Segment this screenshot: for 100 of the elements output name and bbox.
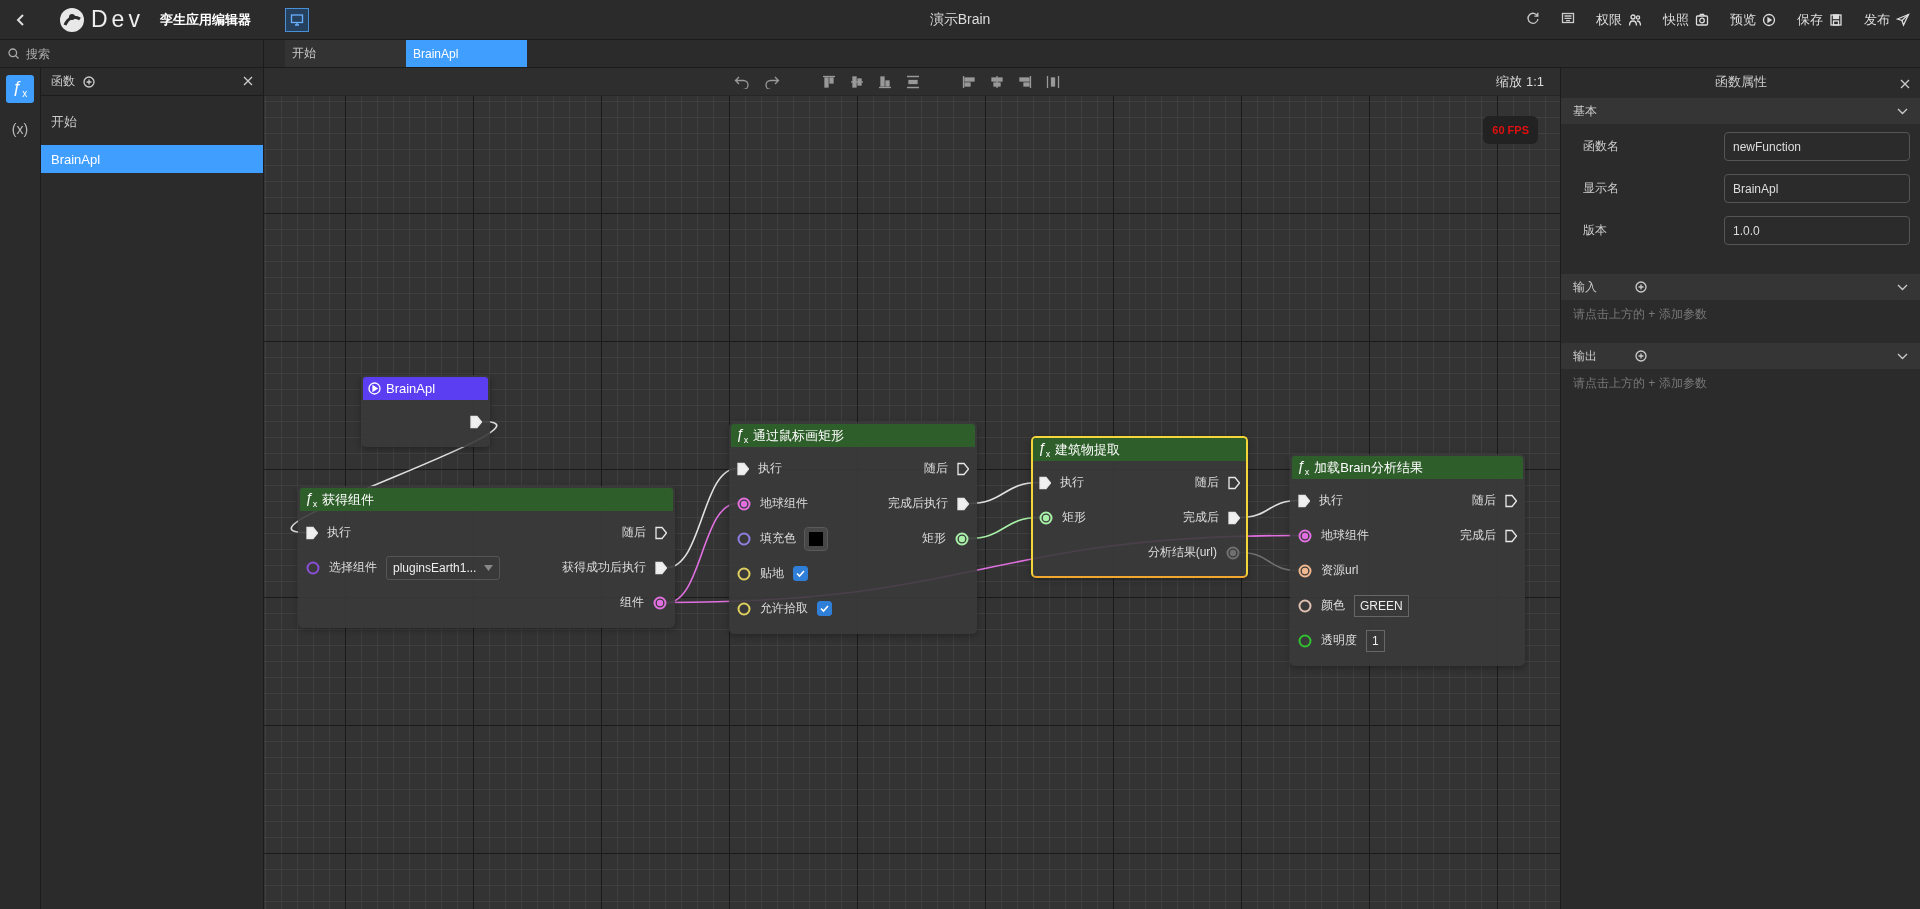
camera-icon <box>1695 12 1709 27</box>
field-label: 函数名 <box>1582 138 1620 155</box>
node-header[interactable]: ƒ$_{x}$ 获得组件 <box>300 488 673 511</box>
add-icon[interactable] <box>1635 350 1647 362</box>
node-header[interactable]: ƒ$_{x}$ 通过鼠标画矩形 <box>731 424 975 447</box>
section-header[interactable]: 输出 <box>1561 343 1920 369</box>
exec-pin-icon[interactable] <box>655 525 667 540</box>
data-pin-icon[interactable] <box>1298 633 1312 648</box>
close-icon[interactable] <box>243 75 253 86</box>
monitor-icon <box>289 12 304 27</box>
pin-label: 颜色 <box>1321 597 1345 614</box>
node-card[interactable]: ƒ$_{x}$ 通过鼠标画矩形 执行 随后 地球组件 完成后执行 填充色 矩形 贴地 允许拾取 <box>729 422 977 634</box>
pin-label: 矩形 <box>922 530 946 547</box>
exec-pin-icon[interactable] <box>655 560 667 575</box>
exec-pin-icon[interactable] <box>1505 528 1517 543</box>
component-select[interactable]: pluginsEarth1... <box>386 555 501 580</box>
data-pin-icon[interactable] <box>653 595 667 610</box>
exec-pin-icon[interactable] <box>470 414 482 429</box>
value-field[interactable]: GREEN <box>1354 594 1409 617</box>
save-button[interactable]: 保存 <box>1797 10 1843 29</box>
check-icon <box>819 603 830 614</box>
close-icon[interactable] <box>1900 79 1910 89</box>
color-swatch[interactable] <box>805 527 827 550</box>
node-card[interactable]: ƒ$_{x}$ 获得组件 执行 随后 选择组件 pluginsEarth1... 获得成功后执行 组件 <box>298 486 675 628</box>
chevron-down-icon[interactable] <box>1897 353 1908 360</box>
section-header[interactable]: 输入 <box>1561 274 1920 300</box>
rail-tab[interactable]: (x) <box>6 115 34 143</box>
section-title: 基本 <box>1573 102 1598 120</box>
data-pin-icon[interactable] <box>1298 563 1312 578</box>
text-field[interactable]: BrainApl <box>1724 174 1910 203</box>
align-bottom-icon[interactable] <box>878 74 892 89</box>
exec-pin-icon[interactable] <box>1505 493 1517 508</box>
node-card[interactable]: BrainApl <box>361 375 490 447</box>
node-card[interactable]: ƒ$_{x}$ 建筑物提取 执行 随后 矩形 完成后 分析结果(url) <box>1031 436 1248 578</box>
pin-label: 资源url <box>1321 562 1359 579</box>
chevron-down-icon[interactable] <box>1897 284 1908 291</box>
align-right-icon[interactable] <box>1018 74 1032 89</box>
function-icon: ƒ$_{x}$ <box>1038 440 1051 459</box>
node-header[interactable]: ƒ$_{x}$ 建筑物提取 <box>1033 438 1246 461</box>
pin-label: 执行 <box>758 460 782 477</box>
data-pin-icon[interactable] <box>1298 598 1312 613</box>
align-middle-icon[interactable] <box>850 74 864 89</box>
function-icon: ƒ$_{x}$ <box>1297 458 1310 477</box>
align-center-icon[interactable] <box>990 74 1004 89</box>
pin-label: 矩形 <box>1062 509 1086 526</box>
pin-label: 执行 <box>1060 474 1084 491</box>
section-title: 输入 <box>1573 278 1598 296</box>
exec-pin-icon[interactable] <box>957 496 969 511</box>
node-header[interactable]: BrainApl <box>363 377 488 400</box>
add-icon[interactable] <box>83 75 95 88</box>
chevron-down-icon[interactable] <box>1897 108 1908 115</box>
refresh-icon[interactable] <box>1526 11 1540 25</box>
tab[interactable]: 开始 <box>285 40 406 67</box>
data-pin-icon[interactable] <box>737 531 751 546</box>
panel-title: 函数 <box>51 73 75 90</box>
align-top-icon[interactable] <box>822 74 836 89</box>
checkbox[interactable] <box>793 566 808 581</box>
exec-pin-icon[interactable] <box>1228 475 1240 490</box>
data-pin-icon[interactable] <box>737 496 751 511</box>
pin-label: 完成后 <box>1460 527 1496 544</box>
add-icon[interactable] <box>1635 281 1647 293</box>
camera-button[interactable]: 快照 <box>1663 10 1709 29</box>
monitor-button[interactable] <box>284 7 309 32</box>
checkbox[interactable] <box>817 601 832 616</box>
node-card[interactable]: ƒ$_{x}$ 加载Brain分析结果 执行 随后 地球组件 完成后 资源url 颜色 GREEN 透明度 1 <box>1290 454 1525 666</box>
pin-label: 获得成功后执行 <box>562 559 646 576</box>
check-icon <box>795 568 806 579</box>
distribute-horizontal-icon[interactable] <box>1046 74 1060 89</box>
distribute-vertical-icon[interactable] <box>906 74 920 89</box>
undo-icon[interactable] <box>734 74 750 89</box>
exec-pin-icon[interactable] <box>1228 510 1240 525</box>
exec-pin-icon[interactable] <box>1039 475 1051 490</box>
exec-pin-icon[interactable] <box>306 525 318 540</box>
function-icon: ƒ$_{x}$ <box>305 490 318 509</box>
redo-icon[interactable] <box>764 74 780 89</box>
text-field[interactable]: 1.0.0 <box>1724 216 1910 245</box>
panel-title: 函数属性 <box>1714 73 1767 91</box>
search-field[interactable]: 搜索 <box>24 45 224 62</box>
align-left-icon[interactable] <box>962 74 976 89</box>
play-button[interactable]: 预览 <box>1730 10 1776 29</box>
exec-pin-icon[interactable] <box>737 461 749 476</box>
data-pin-icon[interactable] <box>1298 528 1312 543</box>
users-button[interactable]: 权限 <box>1596 10 1642 29</box>
text-field[interactable]: newFunction <box>1724 132 1910 161</box>
logo-text: Dev <box>91 6 144 33</box>
fps-badge: 60 FPS <box>1483 116 1538 144</box>
node-header[interactable]: ƒ$_{x}$ 加载Brain分析结果 <box>1292 456 1523 479</box>
play-circle-icon <box>1762 12 1776 27</box>
value-field[interactable]: 1 <box>1366 629 1385 652</box>
pin-label: 执行 <box>1319 492 1343 509</box>
exec-pin-icon[interactable] <box>957 461 969 476</box>
function-icon: ƒ$_{x}$ <box>736 426 749 445</box>
exec-pin-icon[interactable] <box>1298 493 1310 508</box>
function-list-item[interactable]: 开始 <box>41 108 263 136</box>
pin-label: 组件 <box>620 594 644 611</box>
keyboard-icon[interactable] <box>1561 11 1575 25</box>
pin-label: 完成后执行 <box>888 495 948 512</box>
section-header[interactable]: 基本 <box>1561 98 1920 124</box>
caret-icon <box>484 564 494 571</box>
send-button[interactable]: 发布 <box>1864 10 1910 29</box>
